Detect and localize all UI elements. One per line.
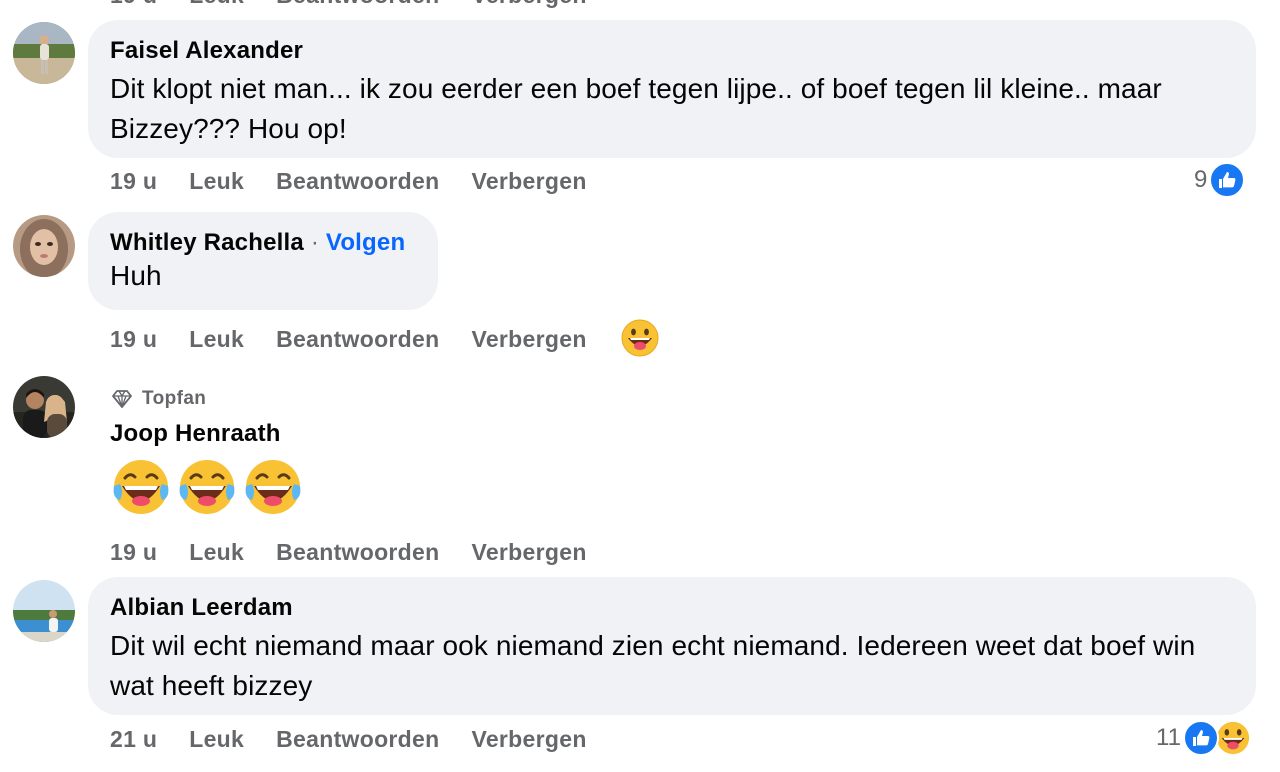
grinning-tongue-emoji	[1214, 720, 1251, 756]
avatar-whitley-rachella[interactable]	[13, 215, 75, 277]
tears-of-joy-emoji	[245, 460, 301, 514]
avatar-faisel-alexander[interactable]	[13, 22, 75, 84]
like-button[interactable]: Leuk	[189, 0, 244, 9]
time-label[interactable]: 19 u	[110, 0, 157, 9]
time-label[interactable]: 19 u	[110, 168, 157, 195]
reply-button[interactable]: Beantwoorden	[276, 326, 439, 353]
time-label[interactable]: 19 u	[110, 326, 157, 353]
hide-button[interactable]: Verbergen	[471, 539, 586, 566]
comment-actions: 19 u Leuk Beantwoorden Verbergen	[110, 166, 619, 196]
like-button[interactable]: Leuk	[189, 539, 244, 566]
like-button[interactable]: Leuk	[189, 726, 244, 753]
hide-button[interactable]: Verbergen	[471, 0, 586, 9]
reaction-summary[interactable]: 9	[1194, 162, 1246, 198]
hide-button[interactable]: Verbergen	[471, 326, 586, 353]
comment-bubble: Faisel Alexander Dit klopt niet man... i…	[88, 20, 1256, 158]
comment-author[interactable]: Joop Henraath	[110, 420, 281, 448]
comment-author[interactable]: Whitley Rachella	[110, 229, 304, 256]
comment-bubble: Whitley Rachella · Volgen Huh	[88, 212, 438, 310]
comment-actions-previous: 19 u Leuk Beantwoorden Verbergen	[110, 0, 619, 10]
reaction-count: 11	[1156, 724, 1181, 751]
reaction-count: 9	[1194, 166, 1208, 193]
time-label[interactable]: 19 u	[110, 539, 157, 566]
reaction-summary[interactable]: 11	[1156, 720, 1251, 756]
time-label[interactable]: 21 u	[110, 726, 157, 753]
hide-button[interactable]: Verbergen	[471, 168, 586, 195]
avatar-albian-leerdam[interactable]	[13, 580, 75, 642]
reply-button[interactable]: Beantwoorden	[276, 539, 439, 566]
comment-text: Huh	[110, 260, 162, 291]
comment-author[interactable]: Albian Leerdam	[110, 593, 1234, 623]
diamond-icon	[112, 390, 132, 408]
comment-author-line: Whitley Rachella · Volgen	[110, 228, 416, 258]
like-icon	[1182, 720, 1219, 756]
comment-emoji-text	[110, 456, 304, 518]
tears-of-joy-emoji	[179, 460, 235, 514]
comment-actions: 19 u Leuk Beantwoorden Verbergen	[110, 324, 619, 354]
comment-author[interactable]: Faisel Alexander	[110, 36, 1234, 66]
topfan-badge[interactable]: Topfan	[110, 387, 206, 411]
hide-button[interactable]: Verbergen	[471, 726, 586, 753]
topfan-label: Topfan	[142, 388, 207, 409]
like-button[interactable]: Leuk	[189, 168, 244, 195]
like-icon	[1209, 162, 1246, 198]
comment-bubble: Albian Leerdam Dit wil echt niemand maar…	[88, 577, 1256, 715]
follow-link[interactable]: Volgen	[326, 229, 405, 256]
like-button[interactable]: Leuk	[189, 326, 244, 353]
avatar-joop-henraath[interactable]	[13, 376, 75, 438]
tears-of-joy-emoji	[113, 460, 169, 514]
comment-actions: 19 u Leuk Beantwoorden Verbergen	[110, 537, 619, 567]
comment-text: Dit wil echt niemand maar ook niemand zi…	[110, 630, 1196, 701]
reply-button[interactable]: Beantwoorden	[276, 726, 439, 753]
grinning-tongue-emoji[interactable]	[621, 319, 659, 362]
comment-text: Dit klopt niet man... ik zou eerder een …	[110, 73, 1162, 144]
comment-actions: 21 u Leuk Beantwoorden Verbergen	[110, 724, 619, 754]
reply-button[interactable]: Beantwoorden	[276, 0, 439, 9]
reply-button[interactable]: Beantwoorden	[276, 168, 439, 195]
separator-dot: ·	[310, 229, 320, 256]
